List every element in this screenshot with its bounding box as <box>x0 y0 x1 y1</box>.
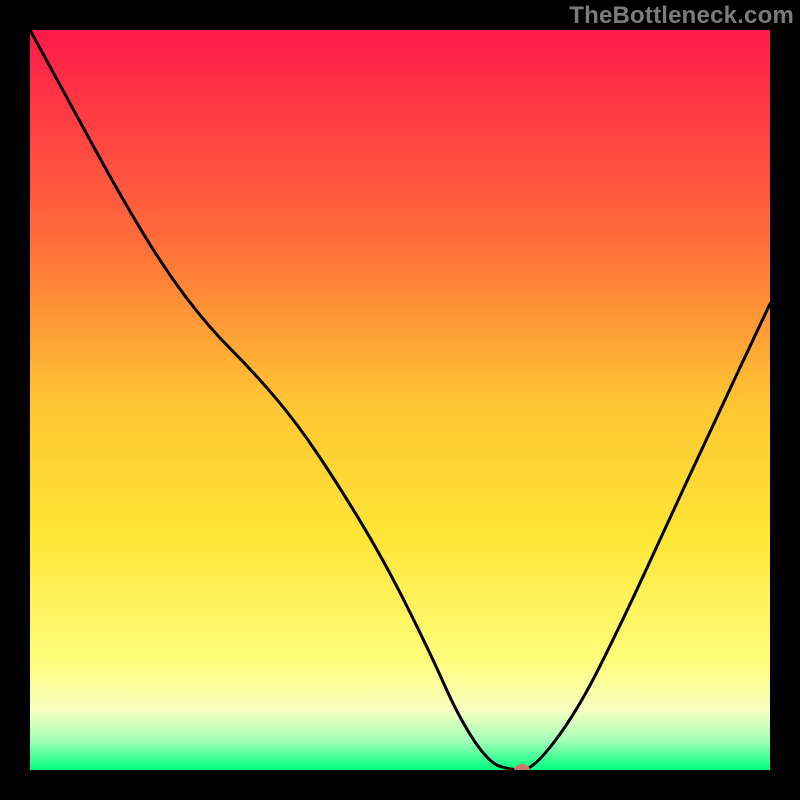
optimal-point-marker <box>514 764 530 770</box>
bottleneck-curve <box>30 30 770 770</box>
chart-frame: TheBottleneck.com <box>0 0 800 800</box>
watermark-label: TheBottleneck.com <box>569 2 794 30</box>
plot-area <box>30 30 770 770</box>
curve-layer <box>30 30 770 770</box>
